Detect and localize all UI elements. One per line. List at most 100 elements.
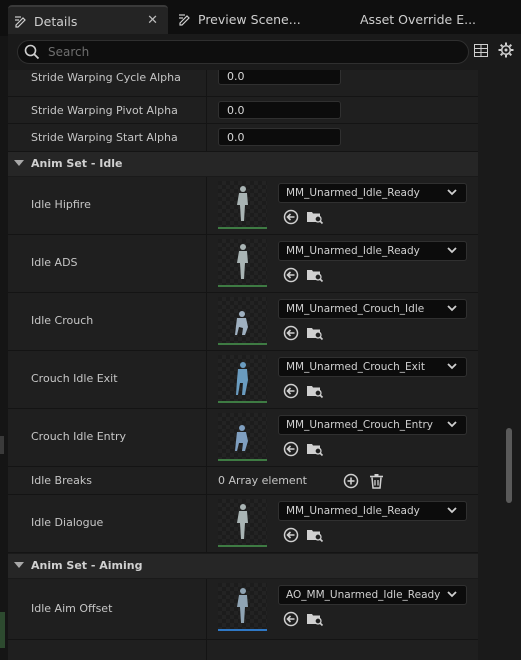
trash-icon[interactable] xyxy=(369,473,384,489)
property-label: Idle Crouch xyxy=(31,314,94,327)
search-icon xyxy=(24,44,40,60)
mannequin-icon xyxy=(235,311,248,335)
use-selected-icon[interactable] xyxy=(283,209,299,225)
use-selected-icon[interactable] xyxy=(283,383,299,399)
asset-thumbnail[interactable] xyxy=(218,239,267,287)
neighbor-edge xyxy=(0,612,5,648)
asset-thumbnail[interactable] xyxy=(218,499,267,547)
category-title: Anim Set - Idle xyxy=(31,157,123,170)
column-divider xyxy=(206,235,207,292)
asset-name: MM_Unarmed_Idle_Ready xyxy=(286,505,420,517)
browse-folder-icon[interactable] xyxy=(306,441,324,457)
asset-thumbnail[interactable] xyxy=(218,355,267,403)
browse-folder-icon[interactable] xyxy=(306,611,324,627)
chevron-down-icon xyxy=(447,305,457,312)
browse-folder-icon[interactable] xyxy=(306,325,324,341)
use-selected-icon[interactable] xyxy=(283,611,299,627)
add-element-icon[interactable] xyxy=(343,473,359,489)
column-divider xyxy=(206,97,207,123)
asset-name: MM_Unarmed_Crouch_Exit xyxy=(286,361,425,373)
asset-name: MM_Unarmed_Crouch_Entry xyxy=(286,419,433,431)
column-divider xyxy=(206,495,207,552)
property-label: Idle Dialogue xyxy=(31,516,104,529)
asset-thumbnail[interactable] xyxy=(218,413,267,461)
asset-thumbnail[interactable] xyxy=(218,583,267,631)
asset-picker-combo[interactable]: MM_Unarmed_Idle_Ready xyxy=(278,183,467,203)
chevron-down-icon[interactable] xyxy=(14,562,24,568)
tab-label: Preview Scene... xyxy=(198,11,301,27)
category-anim-set-idle[interactable]: Anim Set - Idle xyxy=(8,152,478,176)
table-view-icon[interactable] xyxy=(474,44,488,57)
float-input[interactable]: 0.0 xyxy=(218,101,341,119)
pencil-icon xyxy=(15,16,26,28)
tab-asset-override[interactable]: Asset Override E... xyxy=(360,6,476,32)
property-label: Stride Warping Cycle Alpha xyxy=(31,71,181,84)
category-title: Anim Set - Aiming xyxy=(31,559,143,572)
property-row-idle-crouch: Idle Crouch MM_Unarmed_Crouch_Idle xyxy=(8,293,478,351)
asset-name: MM_Unarmed_Idle_Ready xyxy=(286,187,420,199)
asset-picker-combo[interactable]: MM_Unarmed_Crouch_Entry xyxy=(278,415,467,435)
asset-thumbnail[interactable] xyxy=(218,297,267,345)
column-divider xyxy=(206,467,207,494)
asset-name: MM_Unarmed_Idle_Ready xyxy=(286,245,420,257)
float-input[interactable]: 0.0 xyxy=(218,128,341,146)
use-selected-icon[interactable] xyxy=(283,441,299,457)
column-divider xyxy=(206,70,207,96)
gear-icon[interactable] xyxy=(498,42,514,58)
search-input[interactable] xyxy=(46,43,450,61)
property-label: Idle Aim Offset xyxy=(31,602,113,615)
asset-name: MM_Unarmed_Crouch_Idle xyxy=(286,303,425,315)
mannequin-icon xyxy=(237,588,248,623)
close-icon[interactable]: ✕ xyxy=(147,13,158,28)
use-selected-icon[interactable] xyxy=(283,527,299,543)
tab-details[interactable]: Details ✕ xyxy=(8,5,168,35)
chevron-down-icon[interactable] xyxy=(14,160,24,166)
asset-picker-combo[interactable]: AO_MM_Unarmed_Idle_Ready xyxy=(278,585,467,605)
asset-picker-combo[interactable]: MM_Unarmed_Idle_Ready xyxy=(278,241,467,261)
browse-folder-icon[interactable] xyxy=(306,267,324,283)
browse-folder-icon[interactable] xyxy=(306,383,324,399)
neighbor-edge xyxy=(0,436,4,454)
browse-folder-icon[interactable] xyxy=(306,527,324,543)
browse-folder-icon[interactable] xyxy=(306,209,324,225)
column-divider xyxy=(206,640,207,660)
property-row-idle-aim-offset: Idle Aim Offset AO_MM_Unarmed_Idle_Ready xyxy=(8,579,478,640)
tab-preview-scene[interactable]: Preview Scene... xyxy=(172,6,301,32)
asset-picker-combo[interactable]: MM_Unarmed_Crouch_Idle xyxy=(278,299,467,319)
pencil-icon xyxy=(179,14,190,26)
column-divider xyxy=(206,124,207,151)
property-row-crouch-idle-exit: Crouch Idle Exit MM_Unarmed_Crouch_Exit xyxy=(8,351,478,409)
property-label: Idle ADS xyxy=(31,256,78,269)
asset-picker-combo[interactable]: MM_Unarmed_Idle_Ready xyxy=(278,501,467,521)
property-label: Idle Breaks xyxy=(31,474,92,487)
mannequin-icon xyxy=(237,504,248,539)
mannequin-icon xyxy=(235,425,248,451)
asset-picker-combo[interactable]: MM_Unarmed_Crouch_Exit xyxy=(278,357,467,377)
array-count: 0 Array element xyxy=(218,474,307,487)
details-panel: Stride Warping Cycle Alpha 0.0 Stride Wa… xyxy=(8,34,521,660)
asset-thumbnail[interactable] xyxy=(218,181,267,229)
property-row-stride-cycle: Stride Warping Cycle Alpha 0.0 xyxy=(8,70,478,97)
property-row-idle-dialogue: Idle Dialogue MM_Unarmed_Idle_Ready xyxy=(8,495,478,553)
column-divider xyxy=(206,409,207,466)
float-input[interactable]: 0.0 xyxy=(218,70,341,85)
property-label: Idle Hipfire xyxy=(31,198,91,211)
scroll-gutter xyxy=(478,70,521,660)
use-selected-icon[interactable] xyxy=(283,267,299,283)
scrollbar-thumb[interactable] xyxy=(506,428,512,503)
property-row-idle-breaks: Idle Breaks 0 Array element xyxy=(8,467,478,495)
search-row xyxy=(8,34,521,70)
property-row-idle-ads: Idle ADS MM_Unarmed_Idle_Ready xyxy=(8,235,478,293)
property-row-stride-pivot: Stride Warping Pivot Alpha 0.0 xyxy=(8,97,478,124)
category-anim-set-aiming[interactable]: Anim Set - Aiming xyxy=(8,554,478,578)
search-box[interactable] xyxy=(17,40,469,64)
chevron-down-icon xyxy=(447,247,457,254)
chevron-down-icon xyxy=(447,363,457,370)
tab-label: Asset Override E... xyxy=(360,11,477,27)
chevron-down-icon xyxy=(447,591,457,598)
tab-label: Details xyxy=(34,13,78,29)
chevron-down-icon xyxy=(447,421,457,428)
mannequin-icon xyxy=(236,362,248,395)
property-list: Stride Warping Cycle Alpha 0.0 Stride Wa… xyxy=(8,70,521,660)
use-selected-icon[interactable] xyxy=(283,325,299,341)
